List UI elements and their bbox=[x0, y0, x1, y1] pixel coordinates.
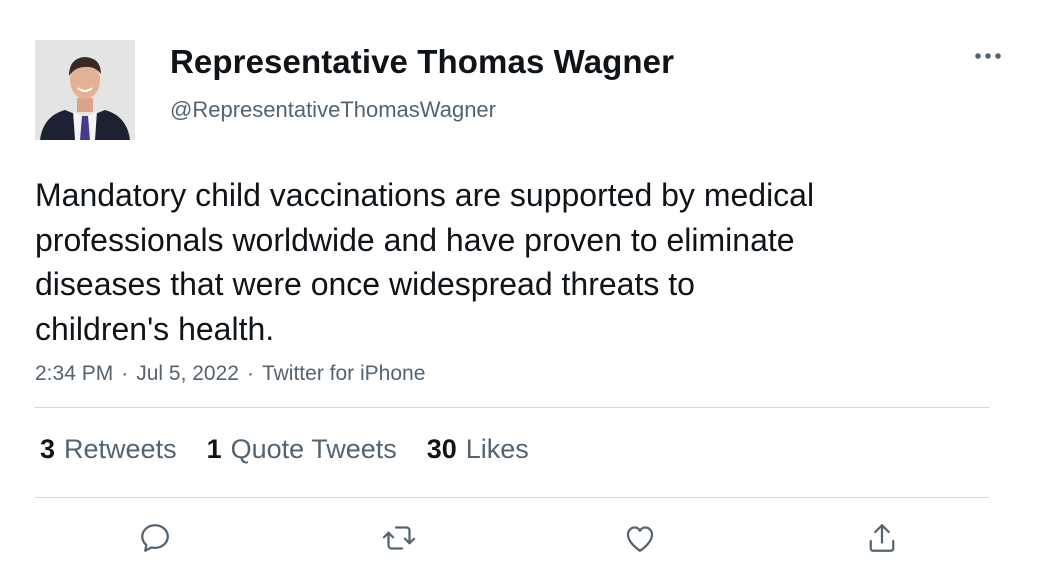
author-handle[interactable]: @RepresentativeThomasWagner bbox=[170, 97, 496, 123]
tweet-stats: 3 Retweets 1 Quote Tweets 30 Likes bbox=[40, 432, 559, 466]
meta-separator: · bbox=[121, 362, 129, 385]
heart-icon bbox=[626, 526, 654, 552]
tweet-text-line: diseases that were once widespread threa… bbox=[35, 266, 695, 302]
tweet-text-line: professionals worldwide and have proven … bbox=[35, 221, 795, 258]
like-button[interactable] bbox=[620, 518, 660, 558]
quote-tweets-count: 1 bbox=[206, 433, 222, 464]
quote-tweets-label: Quote Tweets bbox=[230, 433, 397, 464]
tweet-time[interactable]: 2:34 PM bbox=[35, 362, 113, 386]
tweet-metadata: 2:34 PM · Jul 5, 2022 · Twitter for iPho… bbox=[35, 362, 425, 386]
more-options-icon[interactable] bbox=[968, 44, 1008, 68]
share-icon bbox=[869, 524, 895, 552]
retweet-icon bbox=[382, 526, 416, 550]
share-button[interactable] bbox=[862, 518, 902, 558]
tweet-source[interactable]: Twitter for iPhone bbox=[262, 362, 425, 386]
quote-tweets-stat[interactable]: 1 Quote Tweets bbox=[207, 434, 397, 465]
tweet-text: Mandatory child vaccinations are support… bbox=[35, 173, 935, 351]
avatar-photo bbox=[35, 40, 135, 140]
reply-icon bbox=[141, 524, 169, 552]
likes-count: 30 bbox=[426, 433, 457, 464]
tweet-text-line: Mandatory child vaccinations are support… bbox=[35, 177, 815, 213]
retweet-button[interactable] bbox=[379, 518, 419, 558]
likes-label: Likes bbox=[465, 433, 529, 464]
reply-button[interactable] bbox=[135, 518, 175, 558]
meta-separator: · bbox=[246, 362, 254, 385]
tweet-text-line: children's health. bbox=[35, 310, 275, 347]
divider bbox=[35, 497, 989, 498]
avatar[interactable] bbox=[35, 40, 135, 140]
retweets-count: 3 bbox=[40, 433, 56, 464]
tweet-date[interactable]: Jul 5, 2022 bbox=[136, 362, 239, 386]
likes-stat[interactable]: 30 Likes bbox=[427, 434, 529, 465]
divider bbox=[35, 407, 989, 408]
author-display-name[interactable]: Representative Thomas Wagner bbox=[170, 43, 674, 81]
retweets-stat[interactable]: 3 Retweets bbox=[40, 434, 177, 465]
retweets-label: Retweets bbox=[64, 433, 177, 464]
